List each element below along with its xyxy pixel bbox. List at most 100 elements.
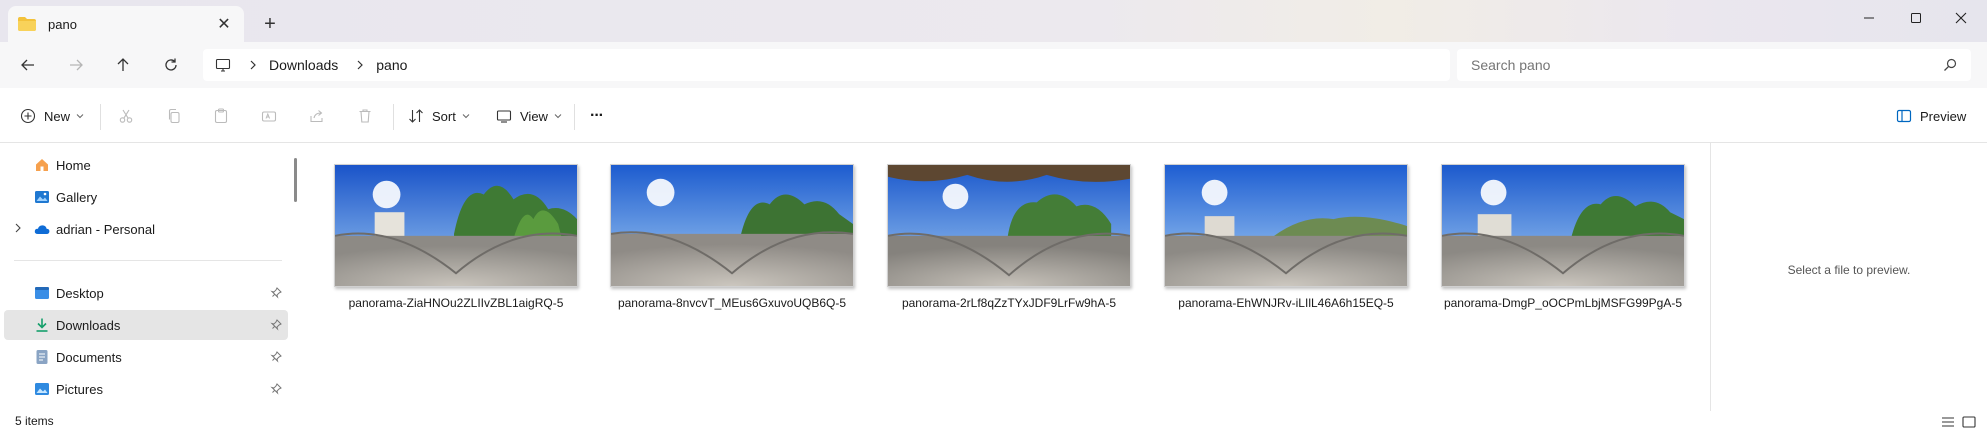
sidebar-item-home[interactable]: Home	[4, 150, 288, 180]
separator	[100, 104, 101, 130]
up-button[interactable]	[109, 51, 137, 79]
copy-button[interactable]	[162, 104, 186, 128]
sidebar-item-label: Downloads	[56, 317, 121, 333]
file-name: panorama-2rLf8qZzTYxJDF9LrFw9hA-5	[901, 296, 1117, 310]
minimize-icon	[1864, 17, 1874, 19]
arrow-up-icon	[117, 58, 129, 71]
chevron-down-icon	[462, 114, 470, 119]
sidebar-item-pictures[interactable]: Pictures	[4, 374, 288, 404]
close-button[interactable]	[1938, 4, 1984, 32]
tiles-view-button[interactable]	[1961, 414, 1977, 430]
preview-pane-icon	[1896, 109, 1912, 123]
arrow-right-icon	[70, 59, 83, 71]
file-name: panorama-8nvcvT_MEus6GxuvoUQB6Q-5	[617, 296, 847, 310]
chevron-down-icon	[76, 114, 84, 119]
details-view-button[interactable]	[1940, 414, 1956, 430]
chevron-down-icon	[554, 114, 562, 119]
close-icon	[1955, 12, 1967, 24]
copy-icon	[168, 108, 180, 124]
arrow-left-icon	[21, 59, 34, 71]
back-button[interactable]	[14, 51, 42, 79]
separator	[574, 104, 575, 130]
share-icon	[310, 110, 323, 123]
documents-icon	[36, 350, 48, 364]
search-input[interactable]	[1471, 57, 1911, 73]
sort-label: Sort	[432, 108, 456, 124]
sidebar-scrollbar[interactable]	[294, 158, 297, 202]
minimize-button[interactable]	[1846, 4, 1892, 32]
panorama-thumbnail	[610, 164, 854, 287]
sidebar-item-downloads[interactable]: Downloads	[4, 310, 288, 340]
pin-icon[interactable]	[270, 351, 282, 363]
status-bar: 5 items	[0, 411, 1987, 432]
search-box[interactable]	[1457, 49, 1971, 81]
this-pc-icon[interactable]	[215, 57, 231, 73]
file-item[interactable]: panorama-2rLf8qZzTYxJDF9LrFw9hA-5	[854, 153, 1131, 323]
trash-icon	[359, 109, 371, 123]
desktop-icon	[35, 287, 49, 299]
list-view-icon	[1942, 417, 1954, 427]
folder-icon	[18, 17, 36, 31]
refresh-icon	[165, 58, 177, 71]
more-options-button[interactable]: ···	[590, 102, 604, 130]
sidebar-item-label: Gallery	[56, 189, 98, 205]
breadcrumb-pano[interactable]: pano	[376, 57, 407, 73]
address-bar[interactable]: Downloads pano	[203, 49, 1450, 81]
chevron-right-icon[interactable]	[14, 223, 22, 233]
separator	[393, 104, 394, 130]
refresh-button[interactable]	[157, 51, 185, 79]
new-tab-button[interactable]: +	[258, 12, 282, 36]
maximize-icon	[1911, 13, 1921, 23]
file-item[interactable]: panorama-DmgP_oOCPmLbjMSFG99PgA-5	[1408, 153, 1685, 323]
cut-button[interactable]	[114, 104, 138, 128]
tiles-view-icon	[1962, 416, 1976, 428]
file-list: panorama-ZiaHNOu2ZLIIvZBL1aigRQ-5 panora…	[300, 143, 1710, 411]
tab-close-button[interactable]: ✕	[214, 14, 234, 34]
paste-icon	[214, 108, 228, 124]
sidebar-item-label: Documents	[56, 349, 122, 365]
file-item[interactable]: panorama-EhWNJRv-iLIlL46A6h15EQ-5	[1131, 153, 1408, 323]
sidebar-item-desktop[interactable]: Desktop	[4, 278, 288, 308]
panorama-thumbnail	[1164, 164, 1408, 287]
pin-icon[interactable]	[270, 287, 282, 299]
more-icon: ···	[590, 107, 604, 124]
search-icon[interactable]	[1943, 58, 1957, 72]
command-bar: New Sort View ··· Preview	[0, 88, 1987, 143]
maximize-button[interactable]	[1893, 4, 1939, 32]
file-item[interactable]: panorama-ZiaHNOu2ZLIIvZBL1aigRQ-5	[301, 153, 578, 323]
gallery-icon	[35, 191, 49, 203]
navigation-pane: Home Gallery adrian - Personal Desktop D…	[0, 143, 290, 411]
rename-icon	[261, 111, 277, 122]
file-name: panorama-ZiaHNOu2ZLIIvZBL1aigRQ-5	[348, 296, 564, 310]
divider	[14, 260, 282, 261]
sidebar-item-gallery[interactable]: Gallery	[4, 182, 288, 212]
chevron-right-icon[interactable]	[245, 57, 261, 73]
sort-button[interactable]: Sort	[408, 102, 470, 130]
preview-toggle-button[interactable]: Preview	[1896, 102, 1966, 130]
tab-pano[interactable]: pano ✕	[8, 6, 244, 42]
chevron-right-icon[interactable]	[352, 57, 368, 73]
preview-pane: Select a file to preview.	[1711, 143, 1987, 411]
preview-message: Select a file to preview.	[1787, 263, 1911, 277]
panorama-thumbnail	[334, 164, 578, 287]
delete-button[interactable]	[353, 104, 377, 128]
new-button[interactable]: New	[20, 102, 84, 130]
file-name: panorama-DmgP_oOCPmLbjMSFG99PgA-5	[1443, 296, 1683, 310]
sort-icon	[409, 109, 423, 123]
file-item[interactable]: panorama-8nvcvT_MEus6GxuvoUQB6Q-5	[577, 153, 854, 323]
sidebar-item-documents[interactable]: Documents	[4, 342, 288, 372]
pin-icon[interactable]	[270, 319, 282, 331]
view-button[interactable]: View	[496, 102, 562, 130]
pin-icon[interactable]	[270, 383, 282, 395]
paste-button[interactable]	[209, 104, 233, 128]
item-count: 5 items	[15, 414, 54, 428]
breadcrumb-downloads[interactable]: Downloads	[269, 57, 338, 73]
view-label: View	[520, 108, 548, 124]
share-button[interactable]	[305, 104, 329, 128]
cut-icon	[119, 109, 133, 123]
forward-button[interactable]	[62, 51, 90, 79]
rename-button[interactable]	[257, 104, 281, 128]
sidebar-item-onedrive[interactable]: adrian - Personal	[4, 214, 288, 244]
pictures-icon	[35, 383, 49, 395]
tab-title: pano	[48, 16, 77, 32]
